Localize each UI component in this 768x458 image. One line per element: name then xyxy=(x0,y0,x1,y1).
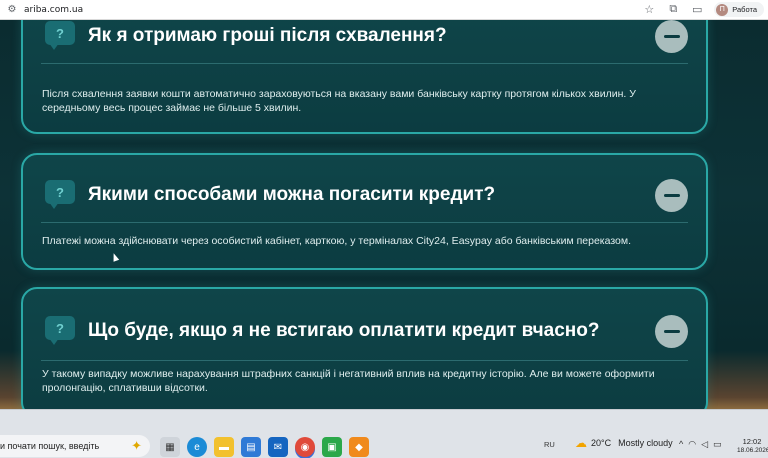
faq-question-header[interactable]: ? Якими способами можна погасити кредит? xyxy=(43,177,688,213)
profile-label: Работа xyxy=(732,5,757,14)
taskbar-apps: ▦ e ▬ ▤ ✉ ◉ ▣ ◆ xyxy=(160,437,369,457)
taskbar-search[interactable]: и почати пошук, введіть ✦ xyxy=(0,435,150,457)
bookmark-star-icon[interactable]: ☆ xyxy=(642,3,656,16)
faq-answer: Після схвалення заявки кошти автоматично… xyxy=(42,88,636,114)
faq-item: ? Як я отримаю гроші після схвалення? Пі… xyxy=(21,20,708,134)
collapse-button[interactable] xyxy=(655,178,688,212)
browser-toolbar-right: ☆ ⧉ ▭ П Работа xyxy=(642,2,764,17)
faq-question: Що буде, якщо я не встигаю оплатити кред… xyxy=(88,320,600,341)
divider xyxy=(41,63,688,64)
faq-answer: Платежі можна здійснювати через особисти… xyxy=(42,235,632,247)
outlook-icon[interactable]: ✉ xyxy=(268,437,288,457)
messenger-icon[interactable]: ▣ xyxy=(322,437,342,457)
question-bubble-icon: ? xyxy=(43,21,75,51)
faq-question-header[interactable]: ? Як я отримаю гроші після схвалення? xyxy=(43,20,688,54)
question-bubble-icon: ? xyxy=(43,316,75,346)
profile-button[interactable]: П Работа xyxy=(714,2,764,17)
store-icon[interactable]: ▤ xyxy=(241,437,261,457)
chevron-up-icon[interactable]: ^ xyxy=(679,439,683,450)
faq-item: ? Що буде, якщо я не встигаю оплатити кр… xyxy=(21,287,708,409)
divider xyxy=(41,360,688,361)
battery-icon[interactable]: ▭ xyxy=(713,439,722,450)
faq-item: ? Якими способами можна погасити кредит?… xyxy=(21,153,708,270)
language-indicator[interactable]: RU xyxy=(544,440,555,449)
url-text[interactable]: ariba.com.ua xyxy=(24,5,83,15)
collapse-button[interactable] xyxy=(655,20,688,53)
minus-icon xyxy=(663,193,680,197)
site-settings-icon[interactable]: ⚙ xyxy=(4,4,20,15)
faq-question-header[interactable]: ? Що буде, якщо я не встигаю оплатити кр… xyxy=(43,313,688,349)
volume-icon[interactable]: ◁ xyxy=(701,439,708,450)
faq-question: Якими способами можна погасити кредит? xyxy=(88,184,496,205)
question-bubble-icon: ? xyxy=(43,180,75,210)
minus-icon xyxy=(663,34,680,38)
partly-cloudy-icon: ☁ xyxy=(575,436,587,450)
clock[interactable]: 12:02 18.06.2026 xyxy=(737,437,768,455)
file-explorer-icon[interactable]: ▬ xyxy=(214,437,234,457)
copilot-sparkle-icon: ✦ xyxy=(131,438,142,453)
browser-address-bar: ⚙ ariba.com.ua ☆ ⧉ ▭ П Работа xyxy=(0,0,768,20)
faq-section: ? Як я отримаю гроші після схвалення? Пі… xyxy=(0,20,768,409)
clock-time: 12:02 xyxy=(742,437,762,446)
side-panel-icon[interactable]: ▭ xyxy=(690,3,704,16)
task-view-icon[interactable]: ▦ xyxy=(160,437,180,457)
extensions-icon[interactable]: ⧉ xyxy=(666,3,680,16)
app-icon-orange[interactable]: ◆ xyxy=(349,437,369,457)
divider xyxy=(41,222,688,223)
weather-desc: Mostly cloudy xyxy=(618,438,673,448)
clock-date: 18.06.2026 xyxy=(737,447,768,454)
weather-widget[interactable]: ☁ 20°C Mostly cloudy xyxy=(575,436,673,450)
search-input[interactable]: и почати пошук, введіть xyxy=(0,441,99,451)
weather-temp: 20°C xyxy=(591,438,612,448)
chrome-icon[interactable]: ◉ xyxy=(295,437,315,457)
system-tray: ^ ◠ ◁ ▭ xyxy=(679,439,722,450)
faq-question: Як я отримаю гроші після схвалення? xyxy=(88,25,447,46)
taskbar: и почати пошук, введіть ✦ ▦ e ▬ ▤ ✉ ◉ ▣ … xyxy=(0,409,768,458)
faq-answer: У такому випадку можливе нарахування штр… xyxy=(42,368,655,394)
collapse-button[interactable] xyxy=(655,314,688,348)
edge-icon[interactable]: e xyxy=(187,437,207,457)
avatar: П xyxy=(716,3,729,16)
minus-icon xyxy=(663,329,680,333)
wifi-icon[interactable]: ◠ xyxy=(688,439,696,450)
